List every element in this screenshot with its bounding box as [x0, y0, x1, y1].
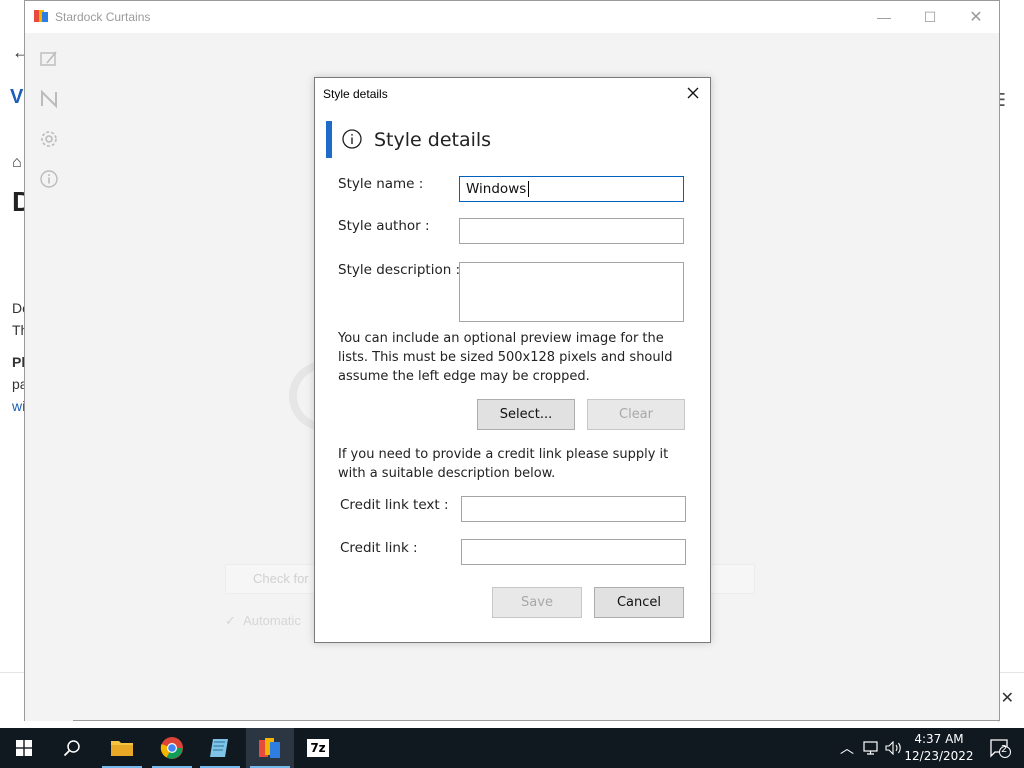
n-logo-icon[interactable]	[39, 89, 59, 109]
clock-date: 12/23/2022	[904, 749, 974, 763]
taskbar-file-explorer[interactable]	[98, 728, 146, 768]
volume-icon[interactable]	[885, 741, 903, 755]
style-edit-icon[interactable]	[39, 49, 59, 69]
style-description-label: Style description :	[338, 262, 461, 278]
app-titlebar: Stardock Curtains — ☐ ✕	[25, 1, 999, 33]
action-center-button[interactable]: 2	[976, 728, 1024, 768]
taskbar-notepad[interactable]	[196, 728, 244, 768]
info-icon	[342, 129, 362, 149]
stardock-curtains-icon	[34, 10, 48, 22]
chevron-up-icon[interactable]: ︿	[838, 738, 856, 758]
taskbar-7zip[interactable]: 7z	[294, 728, 342, 768]
check-updates-label: Check for	[253, 571, 309, 586]
credit-link-input[interactable]	[461, 539, 686, 565]
style-description-textarea[interactable]	[459, 262, 684, 322]
style-name-input[interactable]: Windows	[459, 176, 684, 202]
dialog-close-button[interactable]	[680, 80, 706, 106]
credit-link-text-input[interactable]	[461, 496, 686, 522]
file-explorer-icon	[111, 741, 133, 756]
credit-link-text-label: Credit link text :	[340, 497, 449, 513]
auto-check-option[interactable]: ✓ Automatic	[225, 613, 301, 629]
minimize-button[interactable]: —	[861, 1, 907, 33]
style-author-input[interactable]	[459, 218, 684, 244]
text-caret	[528, 181, 530, 197]
select-button[interactable]: Select...	[477, 399, 575, 430]
style-author-label: Style author :	[338, 218, 430, 234]
save-button[interactable]: Save	[492, 587, 582, 618]
info-icon[interactable]	[39, 169, 59, 189]
7zip-icon: 7z	[307, 739, 329, 757]
close-icon[interactable]: ✕	[1001, 688, 1014, 708]
clock-time: 4:37 AM	[914, 732, 964, 746]
windows-start-icon	[16, 740, 32, 756]
stardock-curtains-icon	[259, 738, 280, 758]
heading-accent-bar	[326, 121, 332, 158]
credit-help-text: If you need to provide a credit link ple…	[338, 447, 669, 481]
dialog-titlebar: Style details	[315, 78, 710, 108]
auto-check-label: Automatic	[243, 613, 301, 628]
style-details-dialog: Style details Style details Style name :…	[314, 77, 711, 643]
search-icon	[63, 740, 80, 757]
taskbar: 7z ︿ 4:37 AM 12/23/2022 2	[0, 728, 1024, 768]
network-icon[interactable]	[862, 741, 880, 755]
close-button[interactable]: ✕	[953, 1, 999, 33]
preview-help-text: You can include an optional preview imag…	[338, 331, 673, 384]
home-icon[interactable]: ⌂	[12, 154, 22, 172]
start-button[interactable]	[0, 728, 48, 768]
app-title: Stardock Curtains	[55, 10, 151, 24]
taskbar-clock[interactable]: 4:37 AM 12/23/2022	[904, 731, 974, 765]
dialog-window-title: Style details	[323, 87, 388, 101]
style-name-label: Style name :	[338, 176, 424, 192]
dialog-body: Style details Style name : Windows Style…	[315, 108, 710, 642]
system-tray: ︿	[838, 728, 903, 768]
cancel-button[interactable]: Cancel	[594, 587, 684, 618]
style-name-value: Windows	[466, 181, 527, 197]
credit-link-label: Credit link :	[340, 540, 418, 556]
notification-icon	[990, 739, 1011, 758]
gear-icon[interactable]	[39, 129, 59, 149]
notification-count: 2	[1001, 744, 1008, 755]
taskbar-stardock-curtains[interactable]	[246, 728, 294, 768]
dialog-heading: Style details	[374, 129, 492, 151]
clear-button[interactable]: Clear	[587, 399, 685, 430]
close-icon	[687, 87, 699, 99]
maximize-button[interactable]: ☐	[907, 1, 953, 33]
app-sidebar	[25, 33, 73, 721]
taskbar-chrome[interactable]	[148, 728, 196, 768]
search-button[interactable]	[48, 728, 96, 768]
chrome-icon	[160, 737, 183, 759]
notepad-icon	[210, 739, 228, 757]
